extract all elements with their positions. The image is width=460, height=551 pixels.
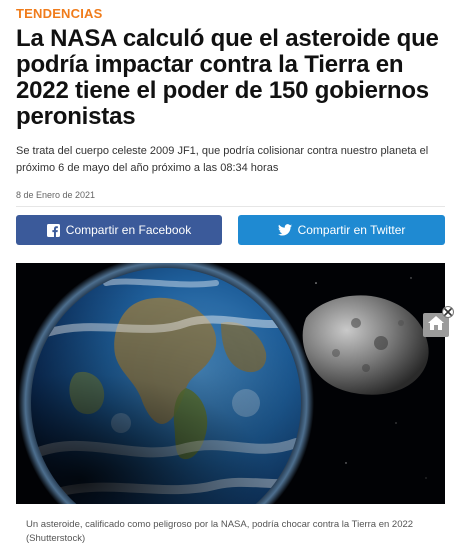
- article-date: 8 de Enero de 2021: [16, 190, 96, 200]
- share-facebook-label: Compartir en Facebook: [65, 223, 192, 237]
- facebook-icon: [46, 223, 60, 237]
- share-twitter-label: Compartir en Twitter: [297, 223, 406, 237]
- divider: [16, 206, 445, 207]
- image-caption: Un asteroide, calificado como peligroso …: [26, 519, 414, 544]
- share-twitter-button[interactable]: Compartir en Twitter: [238, 215, 445, 245]
- twitter-icon: [277, 224, 292, 236]
- category-label[interactable]: TENDENCIAS: [16, 6, 103, 21]
- article-lead: Se trata del cuerpo celeste 2009 JF1, qu…: [16, 145, 429, 174]
- article-headline: La NASA calculó que el asteroide que pod…: [16, 25, 439, 130]
- close-icon: [444, 303, 452, 321]
- share-facebook-button[interactable]: Compartir en Facebook: [16, 215, 222, 245]
- close-button[interactable]: [442, 306, 454, 318]
- article-image: [16, 263, 445, 504]
- home-icon: [428, 315, 444, 335]
